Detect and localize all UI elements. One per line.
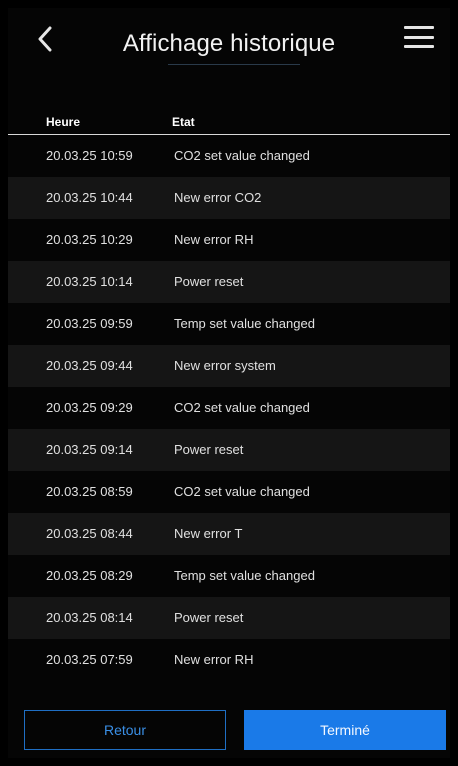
table-body: 20.03.25 10:59 CO2 set value changed 20.03… [8, 135, 450, 681]
row-state: CO2 set value changed [174, 148, 310, 163]
row-state: New error RH [174, 232, 254, 247]
table-row: 20.03.25 10:59 CO2 set value changed [8, 135, 450, 177]
menu-button[interactable] [404, 24, 434, 50]
row-state: Temp set value changed [174, 568, 315, 583]
row-time: 20.03.25 08:59 [46, 484, 133, 499]
row-state: CO2 set value changed [174, 484, 310, 499]
row-state: Power reset [174, 274, 244, 289]
table-header: Heure Etat [8, 108, 450, 135]
row-time: 20.03.25 09:59 [46, 316, 133, 331]
table-row: 20.03.25 10:29 New error RH [8, 219, 450, 261]
table-row: 20.03.25 08:59 CO2 set value changed [8, 471, 450, 513]
row-time: 20.03.25 08:29 [46, 568, 133, 583]
page-title: Affichage historique [122, 30, 336, 57]
row-time: 20.03.25 08:44 [46, 526, 133, 541]
row-time: 20.03.25 10:59 [46, 148, 133, 163]
column-header-time: Heure [46, 115, 81, 129]
row-state: New error system [174, 358, 276, 373]
column-header-state: Etat [172, 115, 195, 129]
row-state: New error RH [174, 652, 254, 667]
device-frame: Affichage historique Heure Etat 20.03.25… [0, 0, 458, 766]
table-row: 20.03.25 09:29 CO2 set value changed [8, 387, 450, 429]
title-underline [168, 64, 300, 65]
table-row: 20.03.25 07:59 New error RH [8, 639, 450, 681]
row-time: 20.03.25 10:29 [46, 232, 133, 247]
history-table: Heure Etat 20.03.25 10:59 CO2 set value c… [8, 108, 450, 681]
table-row: 20.03.25 09:44 New error system [8, 345, 450, 387]
hamburger-menu-icon [404, 26, 434, 29]
row-state: New error T [174, 526, 243, 541]
row-state: Power reset [174, 610, 244, 625]
table-row: 20.03.25 08:14 Power reset [8, 597, 450, 639]
row-time: 20.03.25 10:14 [46, 274, 133, 289]
row-state: Temp set value changed [174, 316, 315, 331]
row-time: 20.03.25 09:14 [46, 442, 133, 457]
row-time: 20.03.25 09:44 [46, 358, 133, 373]
table-row: 20.03.25 09:14 Power reset [8, 429, 450, 471]
row-time: 20.03.25 09:29 [46, 400, 133, 415]
row-state: New error CO2 [174, 190, 262, 205]
row-time: 20.03.25 08:14 [46, 610, 133, 625]
row-time: 20.03.25 10:44 [46, 190, 133, 205]
table-row: 20.03.25 09:59 Temp set value changed [8, 303, 450, 345]
table-row: 20.03.25 10:44 New error CO2 [8, 177, 450, 219]
back-footer-button[interactable]: Retour [24, 710, 226, 750]
table-row: 20.03.25 10:14 Power reset [8, 261, 450, 303]
header: Affichage historique [8, 8, 450, 78]
row-state: Power reset [174, 442, 244, 457]
done-button[interactable]: Terminé [244, 710, 446, 750]
table-row: 20.03.25 08:29 Temp set value changed [8, 555, 450, 597]
screen: Affichage historique Heure Etat 20.03.25… [8, 8, 450, 758]
row-state: CO2 set value changed [174, 400, 310, 415]
table-row: 20.03.25 08:44 New error T [8, 513, 450, 555]
row-time: 20.03.25 07:59 [46, 652, 133, 667]
